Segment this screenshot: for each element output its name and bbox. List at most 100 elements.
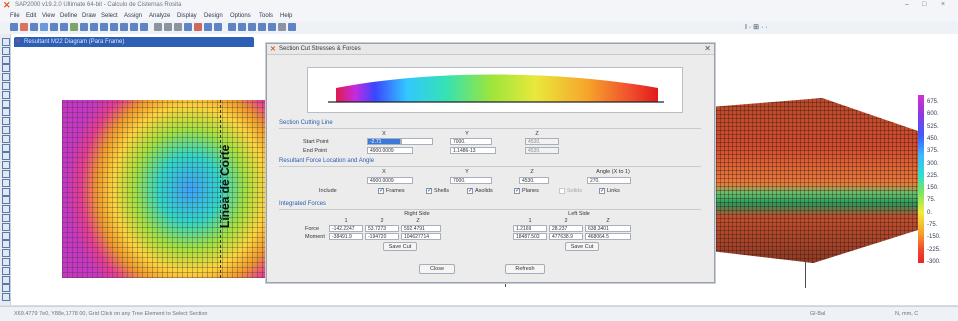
- refresh-button[interactable]: Refresh: [505, 264, 545, 274]
- side-tool-icon[interactable]: [2, 214, 10, 222]
- toolbar-icon[interactable]: [130, 23, 138, 31]
- side-tool-icon[interactable]: [2, 205, 10, 214]
- save-cut-left-button[interactable]: Save Cut: [565, 242, 599, 251]
- toolbar-icon[interactable]: [140, 23, 148, 31]
- res-angle-field[interactable]: 270.: [587, 177, 631, 184]
- toolbar-icon[interactable]: [164, 23, 172, 31]
- toolbar-icon[interactable]: [174, 23, 182, 31]
- side-tool-icon[interactable]: [2, 187, 10, 196]
- toolbar-icon[interactable]: [238, 23, 246, 31]
- side-tool-icon[interactable]: [2, 161, 10, 170]
- side-tool-icon[interactable]: [2, 293, 10, 302]
- side-tool-icon[interactable]: [2, 249, 10, 258]
- side-tool-icon[interactable]: [2, 266, 10, 275]
- save-cut-right-button[interactable]: Save Cut: [383, 242, 417, 251]
- side-tool-icon[interactable]: [2, 108, 10, 117]
- menu-assign[interactable]: Assign: [124, 13, 142, 19]
- side-tool-icon[interactable]: [2, 134, 10, 143]
- menu-define[interactable]: Define: [60, 13, 77, 19]
- side-tool-icon[interactable]: [2, 73, 10, 82]
- side-tool-icon[interactable]: [2, 284, 10, 293]
- res-z-field[interactable]: 4530.: [519, 177, 549, 184]
- dialog-close-icon[interactable]: ✕: [704, 44, 711, 53]
- toolbar-icon[interactable]: [110, 23, 118, 31]
- toolbar-icon[interactable]: [194, 23, 202, 31]
- close-icon[interactable]: ×: [16, 38, 20, 45]
- toolbar-icon[interactable]: [120, 23, 128, 31]
- side-tool-icon[interactable]: [2, 90, 10, 99]
- side-tool-icon[interactable]: [2, 117, 10, 126]
- side-tool-icon[interactable]: [2, 82, 10, 90]
- toolbar-icon[interactable]: [278, 23, 286, 31]
- coordinate-system-label[interactable]: Gl-Bal: [810, 311, 825, 317]
- close-window-button[interactable]: ×: [941, 1, 945, 8]
- start-x-field[interactable]: -2.71: [367, 138, 401, 145]
- frames-checkbox[interactable]: [378, 187, 384, 194]
- menu-design[interactable]: Design: [204, 13, 223, 19]
- toolbar-icon[interactable]: [214, 23, 222, 31]
- shells-checkbox[interactable]: [426, 187, 432, 194]
- toolbar-icon[interactable]: [10, 23, 18, 31]
- side-tool-icon[interactable]: [2, 152, 10, 161]
- menu-display[interactable]: Display: [177, 13, 197, 19]
- toolbar-icon[interactable]: [100, 23, 108, 31]
- toolbar-icon[interactable]: [70, 23, 78, 31]
- toolbar-icon[interactable]: [50, 23, 58, 31]
- toolbar-icon[interactable]: [258, 23, 266, 31]
- toolbar-icon[interactable]: [30, 23, 38, 31]
- side-tool-icon[interactable]: [2, 55, 10, 64]
- menu-draw[interactable]: Draw: [82, 13, 96, 19]
- side-tool-icon[interactable]: [2, 143, 10, 152]
- planes-checkbox[interactable]: [514, 187, 520, 194]
- menu-edit[interactable]: Edit: [26, 13, 36, 19]
- toolbar-icon[interactable]: [80, 23, 88, 31]
- side-tool-icon[interactable]: [2, 46, 10, 55]
- menu-options[interactable]: Options: [230, 13, 251, 19]
- toolbar-icon[interactable]: [60, 23, 68, 31]
- res-y-field[interactable]: 7000.: [450, 177, 492, 184]
- toolbar-icon[interactable]: [90, 23, 98, 31]
- maximize-button[interactable]: □: [922, 1, 926, 8]
- toolbar-extra-text[interactable]: I · ⊞ · ·: [745, 23, 768, 31]
- menu-tools[interactable]: Tools: [259, 13, 273, 19]
- menu-file[interactable]: File: [10, 13, 20, 19]
- side-tool-icon[interactable]: [2, 64, 10, 73]
- side-tool-icon[interactable]: [2, 38, 10, 46]
- toolbar-icon[interactable]: [40, 23, 48, 31]
- toolbar-icon[interactable]: [184, 23, 192, 31]
- menu-view[interactable]: View: [42, 13, 55, 19]
- asolids-checkbox[interactable]: [467, 187, 473, 194]
- start-z-field[interactable]: 4530.: [525, 138, 559, 145]
- side-tool-icon[interactable]: [2, 258, 10, 266]
- solids-checkbox[interactable]: [559, 188, 565, 194]
- side-tool-icon[interactable]: [2, 170, 10, 178]
- side-tool-icon[interactable]: [2, 240, 10, 249]
- toolbar-icon[interactable]: [228, 23, 236, 31]
- side-tool-icon[interactable]: [2, 99, 10, 108]
- side-tool-icon[interactable]: [2, 275, 10, 284]
- side-tool-icon[interactable]: [2, 222, 10, 231]
- units-label[interactable]: N, mm, C: [895, 311, 918, 317]
- toolbar-icon[interactable]: [204, 23, 212, 31]
- side-tool-icon[interactable]: [2, 196, 10, 205]
- end-x-field[interactable]: 4900.0009: [367, 147, 413, 154]
- toolbar-icon[interactable]: [248, 23, 256, 31]
- menu-help[interactable]: Help: [280, 13, 292, 19]
- links-checkbox[interactable]: [599, 187, 605, 194]
- toolbar-icon[interactable]: [268, 23, 276, 31]
- start-x-field-extra[interactable]: [401, 138, 433, 145]
- side-tool-icon[interactable]: [2, 178, 10, 187]
- view-tab[interactable]: × Resultant M22 Diagram (Para Frame): [14, 37, 254, 47]
- side-tool-icon[interactable]: [2, 231, 10, 240]
- end-y-field[interactable]: 1.1486-13: [450, 147, 496, 154]
- toolbar-icon[interactable]: [288, 23, 296, 31]
- start-y-field[interactable]: 7000.: [450, 138, 492, 145]
- toolbar-icon[interactable]: [20, 23, 28, 31]
- toolbar-icon[interactable]: [154, 23, 162, 31]
- side-tool-icon[interactable]: [2, 126, 10, 134]
- minimize-button[interactable]: –: [905, 1, 909, 8]
- menu-select[interactable]: Select: [101, 13, 118, 19]
- close-button[interactable]: Close: [419, 264, 455, 274]
- end-z-field[interactable]: 4530.: [525, 147, 559, 154]
- menu-analyze[interactable]: Analyze: [149, 13, 170, 19]
